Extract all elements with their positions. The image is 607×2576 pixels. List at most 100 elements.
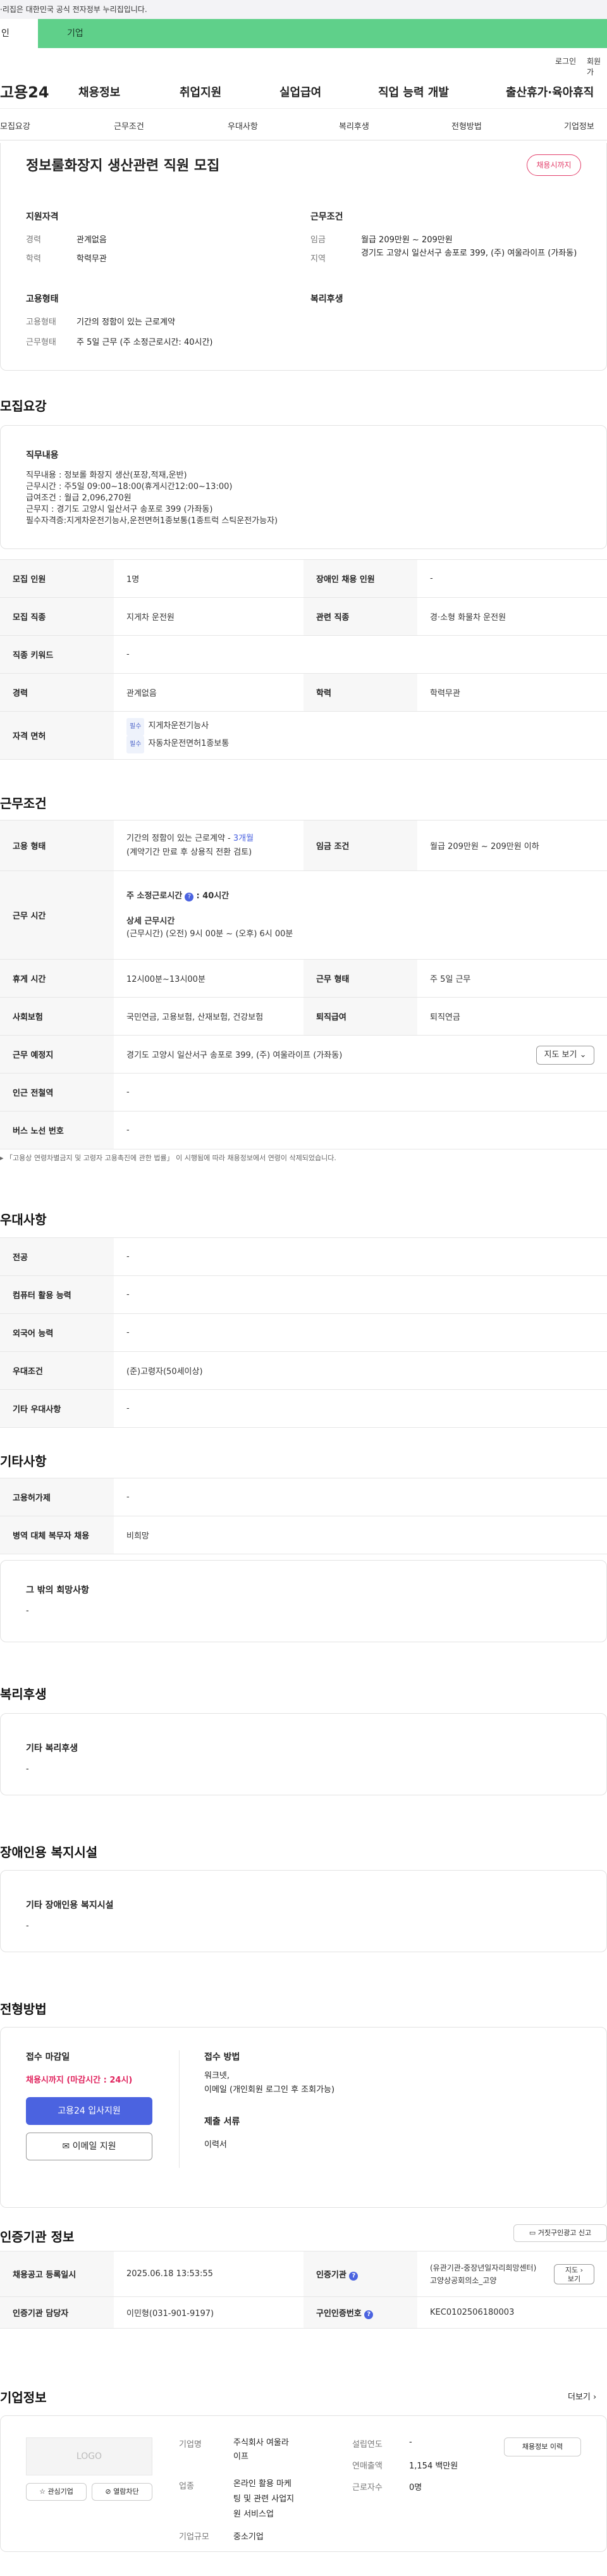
- deadline-badge: 채용시까지: [527, 154, 581, 176]
- anchor-welfare[interactable]: 복리후생: [339, 120, 369, 132]
- deadline-value: 채용시까지 (마감시간 : 24시): [26, 2076, 133, 2085]
- age-footnote: ▸ 「고용상 연령차별금지 및 고령자 고용촉진에 관한 법률」 이 시행됨에 …: [0, 1154, 336, 1162]
- industry-value: 온라인 활용 마케 팅 및 관련 사업지 원 서비스업: [233, 2479, 295, 2519]
- method-value: 워크넷, 이메일 (개인회원 로그인 후 조회가능): [204, 2071, 335, 2095]
- preference-heading: 우대사항: [0, 1212, 47, 1227]
- anchor-screening[interactable]: 전형방법: [451, 120, 482, 132]
- interest-company-button[interactable]: ☆ 관심기업: [26, 2483, 87, 2501]
- company-box: LOGO ☆ 관심기업 ⊘ 열람차단 기업명 주식회사 여울라 이프 업종 온라인…: [0, 2415, 607, 2552]
- recruit-table: 모집 인원 1명 장애인 채용 인원 - 모집 직종 지게차 운전원 관련 직종 경·소형 …: [0, 559, 607, 760]
- docs-value: 이력서: [204, 2140, 227, 2150]
- disabled-box: 기타 장애인용 복지시설 -: [0, 1870, 607, 1952]
- preference-table: 전공 - 컴퓨터 활용 능력 - 외국어 능력 - 우대조건 (준)고령자(50세이상)…: [0, 1237, 607, 1428]
- section-anchor-nav: 모집요강 근무조건 우대사항 복리후생 전형방법 기업정보: [0, 109, 607, 140]
- site-logo[interactable]: 고용24: [0, 80, 49, 102]
- nav-employment-support[interactable]: 취업지원: [180, 84, 221, 100]
- region-label: 지역: [310, 254, 326, 264]
- member-tabs: 인 기업: [0, 19, 607, 48]
- career-value: 관계없음: [77, 235, 107, 245]
- industry-label: 업종: [179, 2482, 194, 2491]
- career-label: 경력: [26, 235, 41, 245]
- other-wishes-title: 그 밖의 희망사항: [26, 1585, 89, 1595]
- duty-text: 직무내용 : 정보롤 화장지 생산(포장,적재,운반) 근무시간 : 주5일 0…: [26, 471, 278, 526]
- welfare-box-title: 기타 복리후생: [26, 1743, 78, 1754]
- company-logo: LOGO: [26, 2437, 152, 2475]
- info-icon[interactable]: ?: [185, 892, 194, 901]
- qualification-title: 지원자격: [26, 212, 59, 222]
- docs-title: 제출 서류: [204, 2117, 240, 2127]
- welfare-box-value: -: [26, 1764, 29, 1774]
- tab-personal[interactable]: 인: [0, 19, 38, 48]
- mail-icon: ✉: [62, 2141, 70, 2152]
- employment-type-value: 기간의 정함이 있는 근로계약: [77, 318, 175, 327]
- report-fake-ad-button[interactable]: ▭ 거짓구인광고 신고: [513, 2224, 607, 2242]
- welfare-title: 복리후생: [310, 294, 343, 304]
- login-link[interactable]: 로그인: [555, 56, 576, 66]
- etc-table: 고용허가제 - 병역 대체 복무자 채용 비희망: [0, 1478, 607, 1554]
- anchor-company[interactable]: 기업정보: [564, 120, 594, 132]
- conditions-title: 근무조건: [310, 212, 343, 222]
- info-icon[interactable]: ?: [349, 2271, 359, 2281]
- employment-title: 고용형태: [26, 294, 59, 304]
- screening-heading: 전형방법: [0, 2002, 47, 2017]
- staff-count-label: 근로자수: [352, 2483, 383, 2492]
- anchor-preference[interactable]: 우대사항: [228, 120, 258, 132]
- divider: [179, 2050, 180, 2168]
- year-label: 설립연도: [352, 2440, 383, 2449]
- etc-heading: 기타사항: [0, 1454, 47, 1469]
- work-type-label: 근무형태: [26, 338, 56, 347]
- nav-job-training[interactable]: 직업 능력 개발: [378, 84, 449, 100]
- email-apply-button[interactable]: ✉ 이메일 지원: [26, 2133, 152, 2160]
- utility-bar: 로그인 회원가: [0, 48, 607, 77]
- method-title: 접수 방법: [204, 2052, 240, 2062]
- company-heading: 기업정보: [0, 2390, 47, 2405]
- gov-banner: ·리집은 대한민국 공식 전자정부 누리집입니다.: [0, 0, 607, 19]
- block-icon: ⊘: [105, 2487, 111, 2496]
- other-wishes-box: 그 밖의 희망사항 -: [0, 1560, 607, 1642]
- apply-button[interactable]: 고용24 입사지원: [26, 2097, 152, 2125]
- info-icon[interactable]: ?: [364, 2310, 374, 2319]
- clipboard-icon: ▭: [529, 2229, 536, 2237]
- disabled-box-title: 기타 장애인용 복지시설: [26, 1900, 114, 1910]
- cert-map-button[interactable]: 지도 › 보기: [554, 2264, 594, 2284]
- conditions-table: 고용 형태 기간의 정함이 있는 근로계약 - 3개월 (계약기간 만료 후 상용직…: [0, 820, 607, 1149]
- sales-value: 1,154 백만원: [409, 2461, 458, 2471]
- disabled-heading: 장애인용 복지시설: [0, 1845, 98, 1860]
- recruit-heading: 모집요강: [0, 399, 47, 414]
- other-wishes-value: -: [26, 1606, 29, 1616]
- education-value: 학력무관: [77, 254, 107, 264]
- cert-heading: 인증기관 정보: [0, 2229, 75, 2245]
- anchor-recruit[interactable]: 모집요강: [0, 120, 30, 132]
- cert-table: 채용공고 등록일시 2025.06.18 13:53:55 인증기관 ? (유관기관…: [0, 2251, 607, 2329]
- wage-value: 월급 209만원 ~ 209만원: [361, 235, 453, 245]
- education-label: 학력: [26, 254, 41, 264]
- disabled-box-value: -: [26, 1921, 29, 1931]
- year-value: -: [409, 2437, 412, 2447]
- license-list: 필수 지게차운전기능사 필수 자동차운전면허1종보통: [114, 711, 607, 760]
- welfare-heading: 복리후생: [0, 1687, 47, 1702]
- scale-label: 기업규모: [179, 2532, 209, 2542]
- duty-title: 직무내용: [26, 450, 59, 461]
- anchor-conditions[interactable]: 근무조건: [114, 120, 144, 132]
- region-value: 경기도 고양시 일산서구 송포로 399, (주) 여울라이프 (가좌동): [361, 249, 577, 258]
- more-link[interactable]: 더보기 ›: [568, 2390, 596, 2402]
- job-history-button[interactable]: 채용정보 이력: [504, 2437, 581, 2456]
- company-name-value: 주식회사 여울라 이프: [233, 2438, 289, 2461]
- nav-parental-leave[interactable]: 출산휴가·육아휴직: [506, 84, 594, 100]
- scale-value: 중소기업: [233, 2532, 264, 2542]
- duty-box: 직무내용 직무내용 : 정보롤 화장지 생산(포장,적재,운반) 근무시간 : …: [0, 425, 607, 549]
- wage-label: 임금: [310, 235, 326, 245]
- map-button[interactable]: 지도 보기 ⌄: [536, 1046, 594, 1065]
- employment-type-label: 고용형태: [26, 318, 56, 327]
- nav-jobs[interactable]: 채용정보: [78, 84, 120, 100]
- welfare-box: 기타 복리후생 -: [0, 1713, 607, 1795]
- conditions-heading: 근무조건: [0, 796, 47, 811]
- main-nav: 고용24 채용정보 취업지원 실업급여 직업 능력 개발 출산휴가·육아휴직: [0, 71, 607, 109]
- star-icon: ☆: [39, 2487, 46, 2496]
- tab-company[interactable]: 기업: [38, 19, 607, 48]
- screening-box: 접수 마감일 채용시까지 (마감시간 : 24시) 고용24 입사지원 ✉ 이메…: [0, 2027, 607, 2208]
- bullet-icon: ▸: [0, 1154, 6, 1162]
- block-view-button[interactable]: ⊘ 열람차단: [92, 2483, 152, 2501]
- nav-unemployment-benefit[interactable]: 실업급여: [279, 84, 321, 100]
- staff-count-value: 0명: [409, 2483, 422, 2492]
